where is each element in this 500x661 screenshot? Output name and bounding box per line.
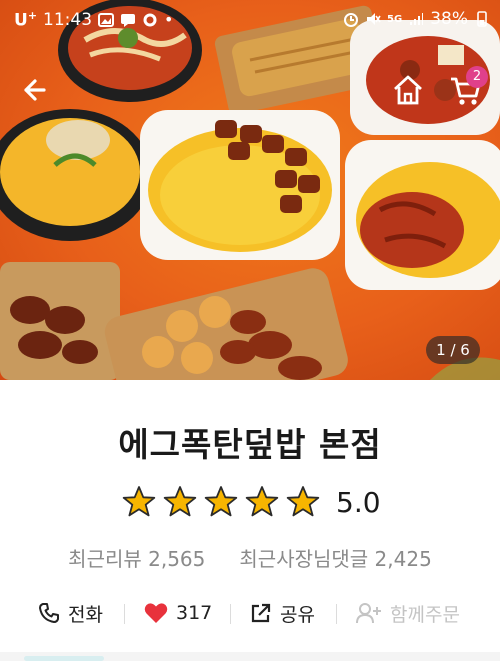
star-icon (245, 486, 279, 517)
owner-reply-count[interactable]: 최근사장님댓글 2,425 (239, 543, 431, 572)
home-icon[interactable] (390, 72, 426, 108)
hero-image-carousel[interactable]: U+ 11:43 • 5G 38% 2 1 / 6 (0, 0, 500, 380)
carrier-label: U+ (14, 9, 38, 31)
star-icon (204, 486, 238, 517)
rating-row: 5.0 (122, 482, 381, 522)
mute-icon (367, 13, 381, 25)
add-person-icon (356, 603, 381, 624)
alarm-icon (344, 13, 359, 27)
share-icon (251, 603, 271, 623)
call-label: 전화 (68, 603, 103, 626)
star-icon (122, 486, 156, 517)
star-icon (286, 486, 320, 517)
heart-icon (144, 603, 168, 623)
divider (230, 604, 231, 624)
next-section-peek (24, 656, 104, 661)
like-count: 317 (176, 602, 213, 624)
share-label: 공유 (280, 603, 315, 626)
rating-value: 5.0 (336, 485, 381, 519)
image-page-indicator: 1 / 6 (426, 336, 480, 364)
share-button[interactable]: 공유 (250, 596, 315, 630)
like-button[interactable]: 317 (144, 596, 212, 630)
network-type: 5G (387, 13, 403, 25)
call-button[interactable]: 전화 (38, 596, 103, 630)
group-order-button[interactable]: 함께주문 (356, 596, 460, 630)
battery-level: 38% (430, 9, 468, 29)
clock: 11:43 (43, 9, 93, 30)
recent-review-count[interactable]: 최근리뷰 2,565 (68, 543, 205, 572)
battery-icon (477, 11, 487, 27)
group-order-label: 함께주문 (390, 603, 460, 626)
divider (336, 604, 337, 624)
image-notification-icon (98, 12, 115, 27)
cart-count-badge: 2 (466, 66, 488, 88)
settings-notification-icon (143, 13, 157, 27)
back-arrow-icon[interactable] (18, 72, 54, 108)
store-name: 에그폭탄덮밥 본점 (118, 425, 382, 464)
phone-icon (39, 603, 59, 623)
review-stats: 최근리뷰 2,565 최근사장님댓글 2,425 (0, 543, 500, 572)
signal-icon (410, 13, 424, 25)
divider (124, 604, 125, 624)
food-photo (0, 0, 500, 380)
status-bar: U+ 11:43 • 5G 38% (0, 0, 500, 40)
action-bar: 전화 317 공유 함께주문 (0, 596, 500, 630)
more-notifications-icon: • (164, 10, 174, 30)
message-notification-icon (121, 13, 136, 27)
star-icon (163, 486, 197, 517)
